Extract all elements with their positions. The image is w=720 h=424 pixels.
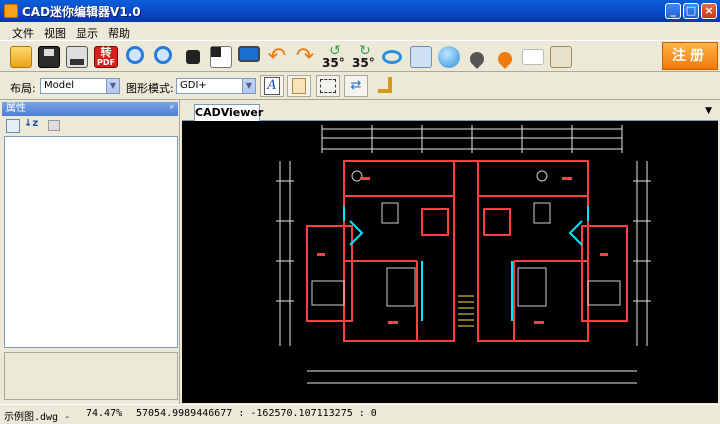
zoom-in-icon — [126, 46, 144, 64]
graphics-mode-label: 图形模式: — [126, 82, 174, 95]
blue-circle-icon — [438, 46, 460, 68]
floppy-disk-icon — [38, 46, 60, 68]
rotate-left-button[interactable]: ↺ 35° — [320, 44, 348, 70]
black-background-button[interactable] — [180, 44, 206, 70]
white-background-button[interactable] — [208, 44, 234, 70]
rotate-right-button[interactable]: ↻ 35° — [350, 44, 378, 70]
stair-treads — [458, 295, 474, 327]
black-drop-icon — [467, 49, 487, 69]
display-button[interactable] — [236, 44, 262, 70]
monitor-icon — [238, 46, 260, 62]
layout-label: 布局: — [10, 82, 36, 95]
redo-button[interactable]: ↷ — [292, 44, 318, 70]
text-a-icon: A — [264, 77, 280, 95]
clipboard-icon — [550, 46, 572, 68]
zoom-out-icon — [154, 46, 172, 64]
register-button[interactable]: 注册 — [662, 42, 718, 70]
text-tool-button[interactable]: A — [260, 75, 284, 97]
menu-bar: 文件 视图 显示 帮助 — [0, 22, 720, 40]
categorized-icon[interactable] — [6, 119, 20, 133]
color-ink-button[interactable] — [492, 44, 518, 70]
undo-button[interactable]: ↶ — [264, 44, 290, 70]
print-button[interactable] — [64, 44, 90, 70]
layout-toolbar: 布局: Model ▼ 图形模式: GDI+ ▼ A ⇄ — [0, 72, 720, 100]
pdf-convert-icon: 转 PDF — [94, 46, 118, 68]
menu-help[interactable]: 帮助 — [108, 25, 130, 41]
measure-button[interactable] — [372, 75, 396, 97]
undo-arrow-icon: ↶ — [267, 44, 287, 69]
layout-select[interactable]: Model ▼ — [40, 78, 120, 94]
document-tabs: CADViewer ▼ — [182, 103, 718, 121]
printer-icon — [66, 46, 88, 68]
cad-drawing-canvas[interactable] — [182, 121, 718, 403]
black-ink-button[interactable] — [464, 44, 490, 70]
refresh-icon — [382, 50, 402, 64]
floor-plan-drawing — [276, 125, 651, 384]
properties-toolbar: ↓z — [2, 117, 178, 135]
app-icon — [4, 4, 18, 18]
page-icon — [292, 78, 306, 94]
main-toolbar: 转 PDF ↶ ↷ ↺ 35° ↻ 35° — [0, 40, 720, 72]
sort-az-icon[interactable]: ↓z — [24, 118, 38, 133]
swap-arrows-icon: ⇄ — [350, 78, 362, 93]
blank-page-icon — [522, 49, 544, 65]
angle-icon — [378, 77, 392, 93]
save-button[interactable] — [36, 44, 62, 70]
circle-tool-button[interactable] — [436, 44, 462, 70]
layout-value: Model — [44, 80, 75, 91]
close-button[interactable]: × — [701, 3, 717, 19]
layers-icon — [410, 46, 432, 68]
selection-icon — [320, 79, 336, 93]
properties-list[interactable] — [4, 136, 178, 348]
title-bar: CAD迷你编辑器V1.0 _ □ × — [0, 0, 720, 22]
menu-view[interactable]: 视图 — [44, 25, 66, 41]
status-file: 示例图.dwg - — [4, 412, 71, 423]
rotate-left-label: 35° — [322, 56, 345, 70]
black-white-icon — [210, 46, 232, 68]
menu-display[interactable]: 显示 — [76, 25, 98, 41]
status-zoom: 74.47% — [86, 408, 123, 419]
folder-icon — [10, 46, 32, 68]
clipboard-button[interactable] — [548, 44, 574, 70]
zoom-out-button[interactable] — [152, 44, 178, 70]
stairs-and-windows — [343, 206, 589, 321]
page-button[interactable] — [287, 75, 311, 97]
furniture — [311, 170, 621, 307]
open-button[interactable] — [8, 44, 34, 70]
chevron-down-icon: ▼ — [106, 79, 119, 93]
orange-drop-icon — [495, 49, 515, 69]
tab-cadviewer[interactable]: CADViewer — [194, 104, 263, 121]
properties-description — [4, 352, 178, 400]
tab-list-chevron-icon[interactable]: ▼ — [705, 106, 712, 116]
black-square-icon — [186, 50, 200, 64]
status-bar: 示例图.dwg - 74.47% 57054.9989446677 : -162… — [0, 404, 720, 424]
window-title: CAD迷你编辑器V1.0 — [22, 5, 141, 19]
maximize-button[interactable]: □ — [683, 3, 699, 19]
layers-button[interactable] — [408, 44, 434, 70]
dimension-lines — [276, 125, 651, 384]
redo-arrow-icon: ↷ — [295, 44, 315, 69]
menu-file[interactable]: 文件 — [12, 25, 34, 41]
minimize-button[interactable]: _ — [665, 3, 681, 19]
zoom-in-button[interactable] — [124, 44, 150, 70]
pdf-label: PDF — [97, 58, 115, 67]
pin-icon[interactable]: ᵖ — [170, 102, 174, 116]
properties-header: 属性 ᵖ — [2, 102, 178, 116]
rotate-right-label: 35° — [352, 56, 375, 70]
blank-button[interactable] — [520, 44, 546, 70]
refresh-button[interactable] — [380, 44, 406, 70]
graphics-mode-select[interactable]: GDI+ ▼ — [176, 78, 256, 94]
property-pages-icon[interactable] — [48, 120, 60, 131]
graphics-mode-value: GDI+ — [180, 80, 207, 91]
swap-button[interactable]: ⇄ — [344, 75, 368, 97]
properties-title: 属性 — [6, 103, 26, 114]
status-coordinates: 57054.9989446677 : -162570.107113275 : 0 — [136, 408, 377, 419]
convert-pdf-button[interactable]: 转 PDF — [92, 44, 120, 70]
select-region-button[interactable] — [316, 75, 340, 97]
properties-panel: 属性 ᵖ ↓z — [0, 100, 180, 404]
chevron-down-icon: ▼ — [242, 79, 255, 93]
